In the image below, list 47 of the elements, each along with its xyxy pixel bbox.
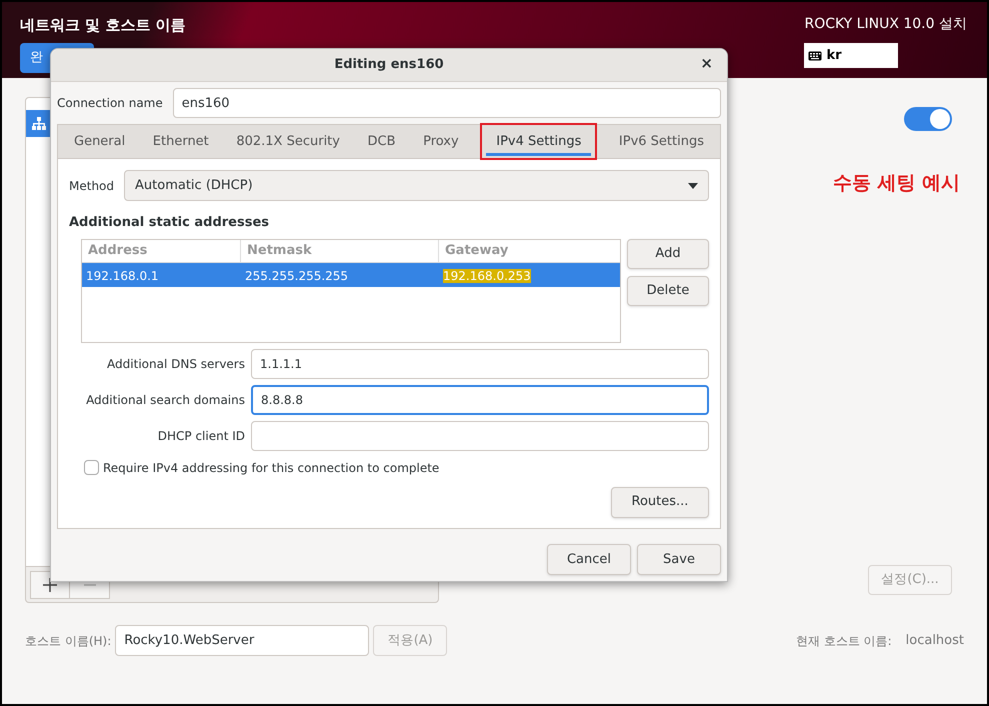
close-button[interactable]: ×	[696, 56, 717, 71]
tab[interactable]: DCB	[362, 125, 402, 158]
field-label: DHCP client ID	[156, 428, 246, 444]
cancel-button[interactable]: Cancel	[547, 544, 631, 575]
text-field[interactable]: 1.1.1.1	[251, 348, 709, 378]
page-title: 네트워크 및 호스트 이름	[20, 15, 186, 36]
delete-button[interactable]: Delete	[627, 276, 709, 306]
method-label: Method	[69, 178, 114, 194]
dropdown-arrow-icon	[688, 182, 698, 188]
require-label: Require IPv4 addressing for this connection to complete	[103, 460, 440, 476]
connection-name-field[interactable]: ens160	[172, 88, 721, 118]
routes-button[interactable]: Routes...	[611, 486, 709, 518]
tab[interactable]: Proxy	[417, 125, 465, 158]
field-label: Additional search domains	[85, 392, 246, 408]
table-cell: 192.168.0.253	[443, 268, 531, 282]
tab[interactable]: IPv6 Settings	[612, 125, 710, 158]
device-list-item[interactable]	[26, 110, 51, 137]
section-title: Additional static addresses	[69, 214, 270, 232]
current-hostname-label: 현재 호스트 이름:	[796, 632, 892, 650]
text-field[interactable]: 8.8.8.8	[251, 384, 709, 414]
annotation-text: 수동 세팅 예시	[832, 171, 960, 196]
hostname-field[interactable]: Rocky10.WebServer	[115, 625, 370, 656]
minus-icon	[84, 584, 96, 586]
text-field[interactable]	[251, 420, 709, 450]
save-button[interactable]: Save	[637, 544, 721, 575]
address-row[interactable]: 192.168.0.1 255.255.255.255 192.168.0.253	[82, 262, 620, 286]
current-hostname-value: localhost	[906, 632, 964, 650]
tab[interactable]: IPv4 Settings	[480, 123, 598, 160]
network-icon	[32, 117, 46, 130]
plus-icon	[43, 578, 57, 592]
table-cell: 192.168.0.1	[86, 268, 159, 282]
ethernet-switch[interactable]	[904, 107, 952, 131]
tab[interactable]: General	[68, 125, 132, 158]
hostname-label: 호스트 이름(H):	[25, 632, 112, 650]
keyboard-icon	[808, 50, 822, 60]
add-button[interactable]: Add	[627, 238, 709, 268]
tab[interactable]: 802.1X Security	[230, 125, 346, 158]
method-dropdown[interactable]: Automatic (DHCP)	[124, 170, 709, 201]
tab[interactable]: Ethernet	[146, 125, 215, 158]
connection-name-label: Connection name	[57, 95, 163, 112]
keyboard-layout-field[interactable]: kr	[804, 43, 898, 68]
field-label: Additional DNS servers	[106, 356, 246, 372]
dialog-title: Editing ens160	[334, 56, 444, 74]
require-checkbox[interactable]	[84, 460, 99, 475]
product-title: ROCKY LINUX 10.0 설치	[804, 15, 967, 34]
table-cell: 255.255.255.255	[245, 268, 348, 282]
keyboard-label: kr	[826, 46, 842, 65]
